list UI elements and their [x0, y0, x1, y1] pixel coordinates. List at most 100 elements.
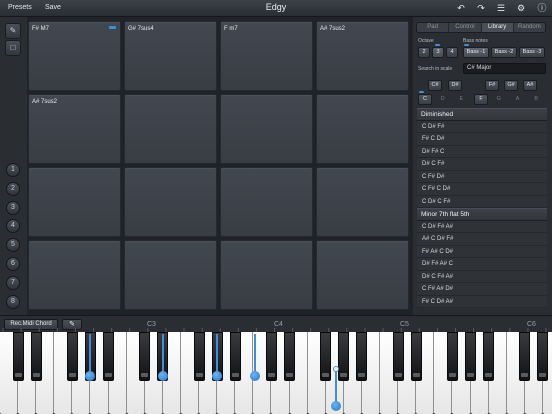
octave-button-4[interactable]: 4 [446, 47, 458, 58]
chord-pad[interactable] [220, 94, 313, 164]
chord-list-item[interactable]: C D# F# A# [417, 221, 547, 233]
chord-pad[interactable]: G# 7sus4 [124, 21, 217, 91]
chord-pad[interactable] [28, 167, 121, 237]
piano-keyboard[interactable] [0, 332, 552, 414]
chord-list-item[interactable]: F# A# C D# [417, 246, 547, 258]
octave-button-2[interactable]: 2 [418, 47, 430, 58]
chord-list-item[interactable]: D# C F# [417, 158, 547, 171]
tab-control[interactable]: Control [449, 23, 482, 32]
bass-button-2[interactable]: Bass -2 [491, 47, 517, 58]
black-key[interactable] [284, 332, 296, 381]
chord-list-item[interactable]: C F# C D# [417, 183, 547, 196]
chord-pad[interactable]: F# M7 [28, 21, 121, 91]
note-key-g[interactable]: G [493, 96, 505, 102]
black-key[interactable] [66, 332, 78, 381]
black-key[interactable] [12, 332, 24, 381]
info-icon[interactable]: ⓘ [535, 2, 549, 15]
bank-button-2[interactable]: 2 [6, 181, 20, 196]
note-key-b[interactable]: B [530, 96, 542, 102]
undo-icon[interactable]: ↶ [454, 2, 468, 15]
black-key[interactable] [483, 332, 495, 381]
black-key[interactable] [410, 332, 422, 381]
black-key[interactable] [465, 332, 477, 381]
chord-list-item[interactable]: C D# C F# [417, 196, 547, 208]
chord-list-item[interactable]: C D# F# [417, 121, 547, 133]
marker-handle[interactable] [212, 371, 222, 381]
chord-note-marker[interactable] [85, 334, 95, 381]
bank-button-7[interactable]: 7 [6, 275, 20, 290]
octave-marker-c5: C5 [400, 321, 409, 328]
chord-note-marker[interactable] [158, 334, 168, 381]
black-key[interactable] [229, 332, 241, 381]
chord-list-item[interactable]: F# C D# [417, 133, 547, 146]
black-key[interactable] [265, 332, 277, 381]
edit-pad-tool-icon[interactable]: ✎ [5, 23, 21, 39]
chord-list-item[interactable]: A# C D# F# [417, 233, 547, 246]
note-key-c[interactable]: C [418, 94, 432, 105]
note-key-c-sharp[interactable]: C# [428, 80, 442, 91]
black-key[interactable] [356, 332, 368, 381]
chord-pad[interactable] [220, 167, 313, 237]
presets-button[interactable]: Presets [3, 2, 37, 13]
black-key[interactable] [446, 332, 458, 381]
chord-pad[interactable] [124, 167, 217, 237]
black-key[interactable] [193, 332, 205, 381]
scale-search-input[interactable]: C# Major [463, 63, 546, 74]
chord-pad[interactable] [28, 240, 121, 310]
chord-pad[interactable] [316, 240, 409, 310]
chord-pad[interactable] [220, 240, 313, 310]
black-key[interactable] [320, 332, 332, 381]
black-key[interactable] [537, 332, 549, 381]
marker-handle[interactable] [250, 371, 260, 381]
chord-pad[interactable] [316, 167, 409, 237]
chord-note-marker[interactable] [331, 366, 341, 411]
bank-button-3[interactable]: 3 [6, 200, 20, 215]
tab-random[interactable]: Random [514, 23, 545, 32]
note-key-d[interactable]: D [437, 96, 449, 102]
save-button[interactable]: Save [40, 2, 66, 13]
tab-pad[interactable]: Pad [417, 23, 450, 32]
note-key-a-sharp[interactable]: A# [523, 80, 537, 91]
chord-list-item[interactable]: C F# D# [417, 171, 547, 183]
note-key-d-sharp[interactable]: D# [448, 80, 462, 91]
redo-icon[interactable]: ↷ [474, 2, 488, 15]
chord-note-marker[interactable] [212, 334, 222, 381]
bass-button-1[interactable]: Bass -1 [463, 47, 489, 58]
chord-list-item[interactable]: D# F# C [417, 146, 547, 158]
settings-icon[interactable]: ⚙ [514, 2, 528, 15]
note-key-g-sharp[interactable]: G# [504, 80, 518, 91]
note-key-a[interactable]: A [512, 96, 524, 102]
black-key[interactable] [139, 332, 151, 381]
chord-pad[interactable]: A# 7sus2 [28, 94, 121, 164]
marker-handle[interactable] [85, 371, 95, 381]
chord-list-item[interactable]: D# C F# A# [417, 271, 547, 283]
bass-button-3[interactable]: Bass -3 [519, 47, 545, 58]
chord-list-item[interactable]: C F# A# D# [417, 283, 547, 296]
bank-button-1[interactable]: 1 [6, 163, 20, 177]
black-key[interactable] [392, 332, 404, 381]
black-key[interactable] [30, 332, 42, 381]
chord-list-item[interactable]: F# C D# A# [417, 296, 547, 308]
black-key[interactable] [338, 332, 350, 381]
bank-button-6[interactable]: 6 [6, 257, 20, 271]
chord-pad[interactable]: F m7 [220, 21, 313, 91]
note-key-f[interactable]: F [474, 94, 489, 105]
bank-button-8[interactable]: 8 [6, 294, 20, 309]
note-key-e[interactable]: E [455, 96, 467, 102]
chord-note-marker[interactable] [250, 334, 260, 381]
note-key-f-sharp[interactable]: F# [485, 80, 499, 91]
pad-select-tool-icon[interactable]: □ [5, 40, 21, 56]
list-icon[interactable]: ☰ [494, 2, 508, 15]
chord-pad[interactable] [316, 94, 409, 164]
chord-pad[interactable] [124, 240, 217, 310]
chord-pad[interactable]: A# 7sus2 [316, 21, 409, 91]
octave-button-3[interactable]: 3 [432, 47, 444, 58]
chord-pad[interactable] [124, 94, 217, 164]
marker-handle[interactable] [158, 371, 168, 381]
chord-list-item[interactable]: D# F# A# C [417, 258, 547, 271]
black-key[interactable] [103, 332, 115, 381]
black-key[interactable] [519, 332, 531, 381]
marker-handle[interactable] [331, 401, 341, 411]
pad-active-indicator [109, 26, 116, 29]
tab-library[interactable]: Library [481, 23, 514, 32]
